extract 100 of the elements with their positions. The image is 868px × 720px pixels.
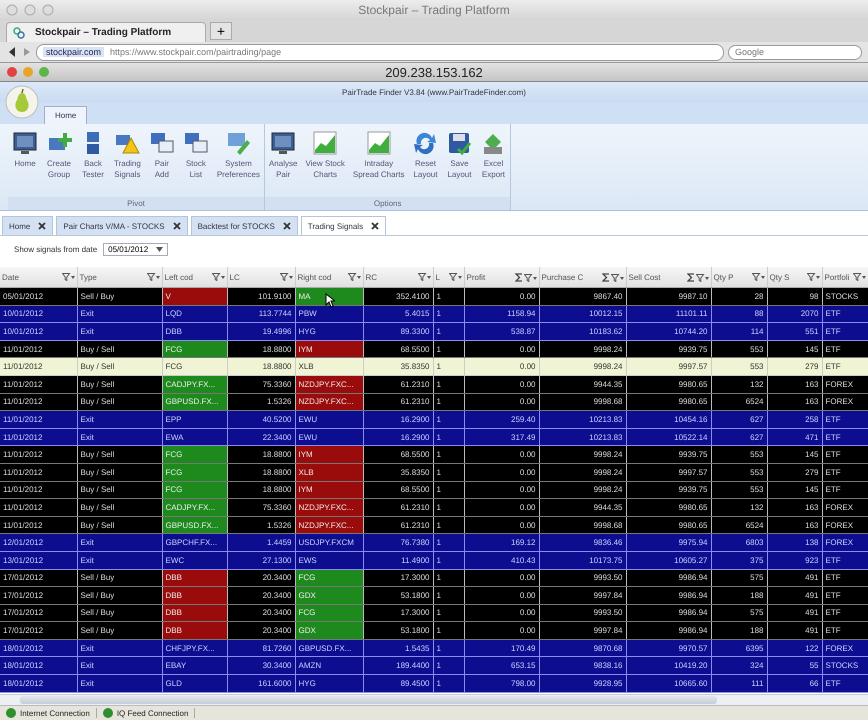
- table-cell: 18/01/2012: [0, 674, 77, 692]
- table-cell: 0.00: [464, 446, 539, 464]
- filter-icon[interactable]: [752, 273, 764, 281]
- table-row[interactable]: 18/01/2012 Exit GLD 161.6000 HYG 89.4500 1 798.00 9928.95 10665.60 111 66 ETF: [0, 674, 868, 692]
- table-row[interactable]: 17/01/2012 Sell / Buy DBB 20.3400 FCG 17.3000 1 0.00 9993.50 9986.94 575 491 ETF: [0, 569, 868, 587]
- close-icon[interactable]: [371, 222, 380, 230]
- table-cell: 11/01/2012: [0, 498, 77, 516]
- filter-icon[interactable]: [62, 273, 74, 281]
- filter-icon[interactable]: [348, 273, 360, 281]
- header-cell[interactable]: Portfoli: [822, 267, 868, 288]
- table-cell: 1: [433, 288, 464, 306]
- table-row[interactable]: 11/01/2012 Exit EWA 22.3400 EWU 16.2900 1 317.49 10213.83 10522.14 627 471 ETF: [0, 428, 868, 446]
- table-row[interactable]: 18/01/2012 Exit EBAY 30.3400 AMZN 189.4400 1 653.15 9838.16 10419.20 324 55 STOCKS: [0, 656, 868, 675]
- filter-icon[interactable]: [418, 273, 430, 281]
- table-row[interactable]: 11/01/2012 Buy / Sell FCG 18.8800 XLB 35.8350 1 0.00 9998.24 9997.57 553 279 ETF: [0, 463, 868, 482]
- table-cell: 0.00: [464, 463, 539, 482]
- table-row[interactable]: 11/01/2012 Buy / Sell CADJPY.FX... 75.3360 NZDJPY.FXC... 61.2310 1 0.00 9944.35 9980.65 132 163 FOREX: [0, 498, 868, 516]
- ribbon-button[interactable]: Back Tester: [76, 128, 110, 197]
- table-cell: EPP: [162, 410, 227, 428]
- table-cell: GBPUSD.FX...: [162, 516, 227, 534]
- ribbon-button[interactable]: Reset Layout: [408, 128, 442, 197]
- header-cell[interactable]: Qty S: [767, 267, 822, 288]
- close-icon[interactable]: [172, 222, 181, 230]
- ribbon-button[interactable]: System Preferences: [212, 128, 264, 197]
- table-cell: GBPUSD.FX...: [162, 393, 227, 411]
- horizontal-scrollbar[interactable]: [0, 694, 868, 705]
- header-cell[interactable]: L: [433, 267, 464, 288]
- table-row[interactable]: 11/01/2012 Buy / Sell FCG 18.8800 IYM 68.5500 1 0.00 9998.24 9939.75 553 145 ETF: [0, 481, 868, 499]
- new-tab-button[interactable]: +: [210, 22, 232, 40]
- document-tab[interactable]: Backtest for STOCKS: [190, 216, 298, 235]
- document-tab[interactable]: Home: [2, 216, 54, 235]
- sum-icon[interactable]: [602, 273, 610, 282]
- column-label: LC: [230, 272, 240, 282]
- table-cell: 9997.57: [626, 358, 711, 376]
- filter-icon[interactable]: [696, 274, 708, 282]
- caret-icon[interactable]: [156, 246, 164, 252]
- filter-icon[interactable]: [806, 273, 820, 281]
- sum-icon[interactable]: [686, 273, 694, 282]
- table-cell: EWS: [295, 551, 363, 569]
- table-row[interactable]: 18/01/2012 Exit CHFJPY.FX... 81.7260 GBPUSD.FX... 1.5435 1 170.49 9870.68 9970.57 6395 122 FOREX: [0, 639, 868, 657]
- filter-icon[interactable]: [448, 273, 462, 281]
- ribbon-button[interactable]: Stock List: [178, 128, 213, 197]
- table-cell: 0.00: [464, 375, 539, 394]
- header-cell[interactable]: Type: [77, 267, 162, 288]
- header-cell[interactable]: Qty P: [711, 267, 767, 288]
- header-cell[interactable]: RC: [363, 267, 433, 288]
- address-field[interactable]: stockpair.com https://www.stockpair.com/pairtrading/page: [36, 44, 724, 60]
- header-cell[interactable]: Right cod: [295, 267, 363, 288]
- table-row[interactable]: 11/01/2012 Buy / Sell FCG 18.8800 XLB 35.8350 1 0.00 9998.24 9997.57 553 279 ETF: [0, 358, 868, 376]
- table-cell: 11/01/2012: [0, 446, 77, 464]
- date-dropdown[interactable]: 05/01/2012: [103, 242, 168, 256]
- table-row[interactable]: 11/01/2012 Buy / Sell GBPUSD.FX... 1.5326 NZDJPY.FXC... 61.2310 1 0.00 9998.68 9980.65 6524 163 FOREX: [0, 516, 868, 534]
- header-cell[interactable]: Left cod: [162, 267, 227, 288]
- filter-icon[interactable]: [146, 273, 160, 281]
- table-row[interactable]: 11/01/2012 Exit EPP 40.5200 EWU 16.2900 1 259.40 10213.83 10454.16 627 258 ETF: [0, 410, 868, 428]
- document-tab[interactable]: Pair Charts V/MA - STOCKS: [56, 216, 188, 235]
- filter-icon[interactable]: [610, 274, 624, 282]
- ribbon-button[interactable]: Trading Signals: [110, 128, 145, 197]
- table-row[interactable]: 17/01/2012 Sell / Buy DBB 20.3400 GDX 53.1800 1 0.00 9997.84 9986.94 188 491 ETF: [0, 586, 868, 604]
- table-row[interactable]: 13/01/2012 Exit EWC 27.1300 EWS 11.4900 1 410.43 10173.75 10605.27 375 923 ETF: [0, 551, 868, 569]
- table-row[interactable]: 11/01/2012 Buy / Sell FCG 18.8800 IYM 68.5500 1 0.00 9998.24 9939.75 553 145 ETF: [0, 340, 868, 358]
- filter-icon[interactable]: [212, 273, 224, 281]
- sum-icon[interactable]: [514, 273, 522, 282]
- browser-tab[interactable]: Stockpair – Trading Platform: [6, 22, 206, 42]
- table-row[interactable]: 12/01/2012 Exit GBPCHF.FX... 1.4459 USDJPY.FXCM 76.7380 1 169.12 9836.46 9975.94 6803 138 FOREX: [0, 534, 868, 552]
- table-row[interactable]: 17/01/2012 Sell / Buy DBB 20.3400 GDX 53.1800 1 0.00 9997.84 9986.94 188 491 ETF: [0, 622, 868, 640]
- table-row[interactable]: 11/01/2012 Buy / Sell CADJPY.FX... 75.3360 NZDJPY.FXC... 61.2310 1 0.00 9944.35 9980.65 132 163 FOREX: [0, 375, 868, 394]
- close-icon[interactable]: [38, 222, 46, 230]
- ribbon-button[interactable]: View Stock Charts: [301, 128, 349, 197]
- table-cell: ETF: [822, 674, 868, 692]
- filter-icon[interactable]: [524, 274, 536, 282]
- table-row[interactable]: 10/01/2012 Exit LQD 113.7744 PBW 5.4015 1 1158.94 10012.15 11101.11 88 2070 ETF: [0, 305, 868, 323]
- ribbon-button[interactable]: Analyse Pair: [264, 128, 302, 197]
- filter-icon[interactable]: [280, 273, 292, 281]
- table-row[interactable]: 05/01/2012 Sell / Buy V 101.9100 MA 352.4100 1 0.00 9867.40 9987.10 28 98 STOCKS: [0, 288, 868, 306]
- header-cell[interactable]: Sell Cost: [626, 267, 711, 288]
- document-tab[interactable]: Trading Signals: [300, 216, 386, 235]
- ribbon-button[interactable]: Home: [8, 128, 42, 197]
- table-row[interactable]: 17/01/2012 Sell / Buy DBB 20.3400 FCG 17.3000 1 0.00 9993.50 9986.94 575 491 ETF: [0, 604, 868, 622]
- ribbon-button[interactable]: Pair Add: [144, 128, 179, 197]
- table-cell: 10454.16: [626, 410, 711, 428]
- search-field[interactable]: Google: [728, 44, 862, 60]
- ribbon-button[interactable]: Excel Export: [476, 128, 510, 197]
- header-cell[interactable]: Purchase C: [539, 267, 626, 288]
- header-cell[interactable]: Profit: [464, 267, 539, 288]
- filter-icon[interactable]: [852, 273, 866, 281]
- table-row[interactable]: 11/01/2012 Buy / Sell GBPUSD.FX... 1.5326 NZDJPY.FXC... 61.2310 1 0.00 9998.68 9980.65 6524 163 FOREX: [0, 393, 868, 411]
- table-cell: Buy / Sell: [77, 446, 162, 464]
- table-cell: 132: [711, 498, 767, 516]
- table-row[interactable]: 11/01/2012 Buy / Sell FCG 18.8800 IYM 68.5500 1 0.00 9998.24 9939.75 553 145 ETF: [0, 446, 868, 464]
- column-label: Date: [2, 272, 19, 282]
- ribbon-button[interactable]: Create Group: [42, 128, 76, 197]
- table-cell: 1: [433, 358, 464, 376]
- ribbon-button[interactable]: Save Layout: [442, 128, 476, 197]
- header-cell[interactable]: Date: [0, 267, 77, 288]
- ribbon-tab[interactable]: Home: [44, 106, 88, 124]
- ribbon-button[interactable]: Intraday Spread Charts: [348, 128, 408, 197]
- table-row[interactable]: 10/01/2012 Exit DBB 19.4996 HYG 89.3300 1 538.87 10183.62 10744.20 114 551 ETF: [0, 322, 868, 340]
- close-icon[interactable]: [282, 222, 291, 230]
- header-cell[interactable]: LC: [227, 267, 295, 288]
